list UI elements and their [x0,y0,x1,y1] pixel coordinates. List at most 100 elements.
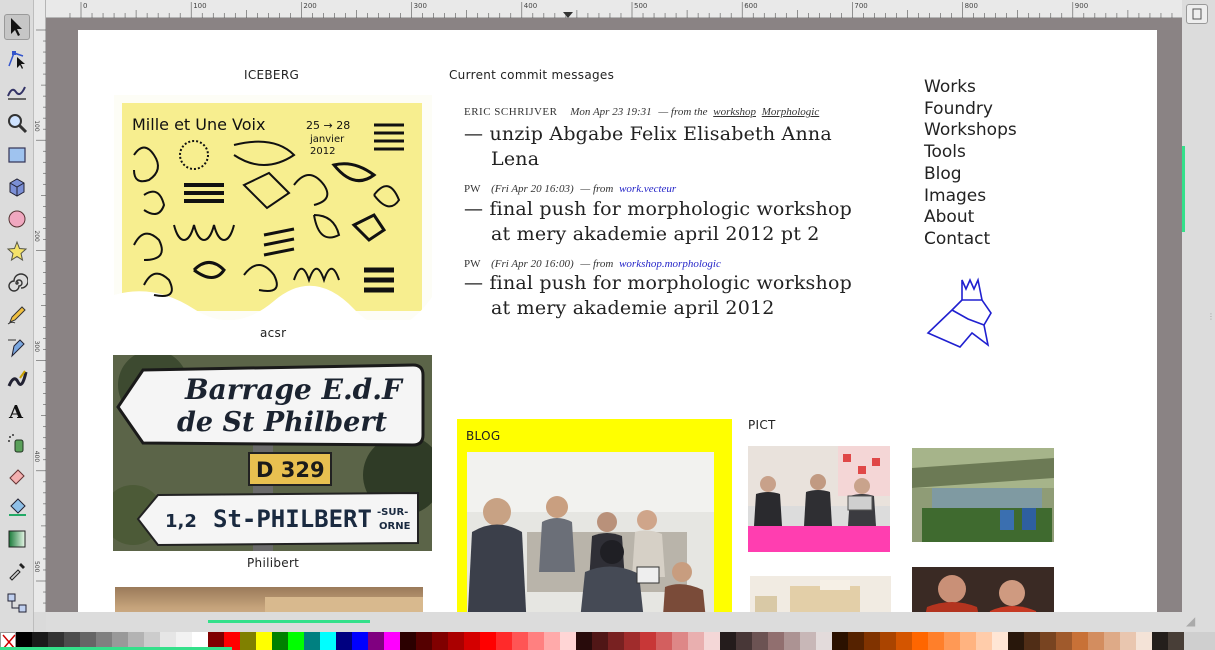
palette-swatch[interactable] [880,632,896,650]
text-tool[interactable]: A [4,398,30,424]
palette-swatch[interactable] [1152,632,1168,650]
palette-swatch[interactable] [1136,632,1152,650]
palette-swatch[interactable] [720,632,736,650]
palette-swatch[interactable] [816,632,832,650]
nav-link-blog[interactable]: Blog [924,164,1017,186]
commit-repo-link[interactable]: work.vecteur [619,183,676,195]
blog-photo[interactable] [467,452,714,612]
palette-swatch[interactable] [576,632,592,650]
palette-swatch[interactable] [560,632,576,650]
gradient-tool[interactable] [4,526,30,552]
palette-swatch[interactable] [1008,632,1024,650]
snap-toggle-button[interactable] [1186,4,1208,24]
star-tool[interactable] [4,238,30,264]
palette-swatch[interactable] [608,632,624,650]
palette-swatch[interactable] [400,632,416,650]
tweak-tool[interactable] [4,78,30,104]
zoom-tool[interactable] [4,110,30,136]
palette-swatch[interactable] [800,632,816,650]
palette-swatch[interactable] [336,632,352,650]
pencil-tool[interactable] [4,302,30,328]
palette-swatch[interactable] [752,632,768,650]
palette-swatch[interactable] [1104,632,1120,650]
pict-thumb[interactable] [912,448,1054,542]
dropper-tool[interactable] [4,558,30,584]
work-thumb-philibert[interactable]: Barrage E.d.F de St Philbert D 329 1,2 S… [113,355,432,551]
palette-swatch[interactable] [448,632,464,650]
nav-link-works[interactable]: Works [924,77,1017,99]
palette-swatch[interactable] [912,632,928,650]
eraser-tool[interactable] [4,462,30,488]
commit-repo-link[interactable]: Morphologic [762,106,819,118]
palette-swatch[interactable] [432,632,448,650]
node-tool[interactable] [4,46,30,72]
palette-swatch[interactable] [416,632,432,650]
palette-swatch[interactable] [736,632,752,650]
nav-link-images[interactable]: Images [924,186,1017,208]
pict-thumb[interactable] [750,576,891,612]
palette-swatch[interactable] [864,632,880,650]
palette-swatch[interactable] [1056,632,1072,650]
nav-link-about[interactable]: About [924,207,1017,229]
palette-swatch[interactable] [544,632,560,650]
nav-link-tools[interactable]: Tools [924,142,1017,164]
palette-swatch[interactable] [256,632,272,650]
palette-swatch[interactable] [640,632,656,650]
box3d-tool[interactable] [4,174,30,200]
palette-swatch[interactable] [848,632,864,650]
vertical-scrollbar-thumb[interactable] [1182,146,1185,232]
spiral-tool[interactable] [4,270,30,296]
bucket-tool[interactable] [4,494,30,520]
palette-swatch[interactable] [1168,632,1184,650]
work-thumb-next[interactable] [115,587,423,612]
palette-swatch[interactable] [688,632,704,650]
blog-panel[interactable]: BLOG [457,419,732,612]
pict-thumb[interactable] [912,567,1054,612]
palette-swatch[interactable] [624,632,640,650]
palette-swatch[interactable] [704,632,720,650]
page[interactable]: ICEBERG Mille et Une Voix 25 → 28 janvie… [78,30,1157,612]
palette-swatch[interactable] [272,632,288,650]
palette-swatch[interactable] [1088,632,1104,650]
ellipse-tool[interactable] [4,206,30,232]
palette-swatch[interactable] [656,632,672,650]
palette-swatch[interactable] [1072,632,1088,650]
palette-swatch[interactable] [784,632,800,650]
palette-swatch[interactable] [320,632,336,650]
palette-swatch[interactable] [512,632,528,650]
palette-swatch[interactable] [1040,632,1056,650]
spray-tool[interactable] [4,430,30,456]
selector-tool[interactable] [4,14,30,40]
connector-tool[interactable] [4,590,30,616]
horizontal-scrollbar-thumb[interactable] [208,620,370,623]
palette-swatch[interactable] [464,632,480,650]
drawing-canvas[interactable]: ICEBERG Mille et Une Voix 25 → 28 janvie… [46,18,1182,612]
nav-link-foundry[interactable]: Foundry [924,99,1017,121]
palette-swatch[interactable] [928,632,944,650]
calligraphy-tool[interactable] [4,366,30,392]
pict-thumb[interactable] [748,446,890,552]
pen-tool[interactable] [4,334,30,360]
palette-swatch[interactable] [944,632,960,650]
palette-swatch[interactable] [528,632,544,650]
horizontal-scrollbar[interactable]: ◢ [46,612,1195,632]
palette-swatch[interactable] [832,632,848,650]
palette-swatch[interactable] [240,632,256,650]
palette-swatch[interactable] [1024,632,1040,650]
palette-swatch[interactable] [896,632,912,650]
palette-swatch[interactable] [672,632,688,650]
palette-swatch[interactable] [304,632,320,650]
palette-swatch[interactable] [384,632,400,650]
palette-swatch[interactable] [368,632,384,650]
palette-swatch[interactable] [1120,632,1136,650]
palette-swatch[interactable] [768,632,784,650]
nav-link-contact[interactable]: Contact [924,229,1017,251]
palette-swatch[interactable] [352,632,368,650]
commit-repo-link[interactable]: workshop.morphologic [619,258,721,270]
palette-swatch[interactable] [496,632,512,650]
palette-swatch[interactable] [480,632,496,650]
palette-swatch[interactable] [960,632,976,650]
rect-tool[interactable] [4,142,30,168]
palette-swatch[interactable] [992,632,1008,650]
work-thumb-acsr[interactable]: Mille et Une Voix 25 → 28 janvier 2012 [114,95,432,320]
